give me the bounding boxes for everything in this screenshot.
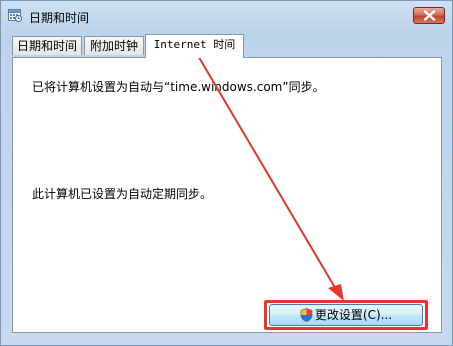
calendar-clock-icon xyxy=(8,8,22,22)
date-time-dialog: 日期和时间 日期和时间 附加时钟 Internet 时间 已将计算机设置为自动与… xyxy=(0,0,453,346)
tab-internet-time[interactable]: Internet 时间 xyxy=(145,34,244,58)
close-button[interactable] xyxy=(413,7,445,24)
uac-shield-icon xyxy=(300,308,313,328)
title-bar[interactable]: 日期和时间 xyxy=(1,1,452,31)
change-settings-button[interactable]: 更改设置(C)... xyxy=(269,304,423,326)
change-settings-label: 更改设置(C)... xyxy=(314,308,393,322)
sync-status-text: 已将计算机设置为自动与“time.windows.com”同步。 xyxy=(32,80,325,94)
schedule-status-text: 此计算机已设置为自动定期同步。 xyxy=(32,187,213,201)
close-icon xyxy=(423,10,436,21)
window-title: 日期和时间 xyxy=(29,11,90,25)
tab-date-time[interactable]: 日期和时间 xyxy=(12,36,82,55)
tab-additional-clocks[interactable]: 附加时钟 xyxy=(84,36,144,55)
